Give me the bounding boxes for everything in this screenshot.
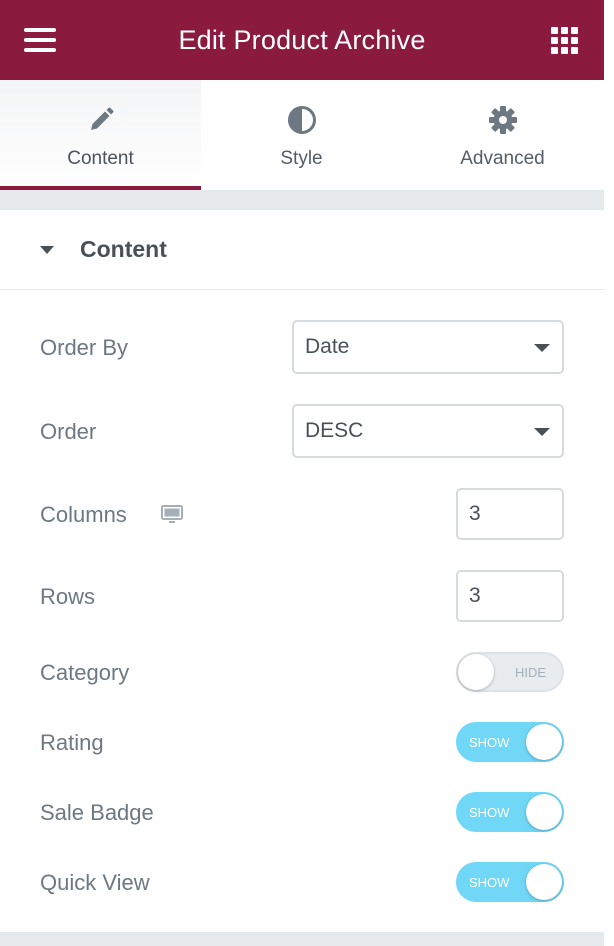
quick-view-toggle[interactable]: SHOW <box>456 862 564 902</box>
toggle-knob <box>526 794 562 830</box>
gear-icon <box>488 106 517 134</box>
category-toggle[interactable]: HIDE <box>456 652 564 692</box>
toggle-text: SHOW <box>469 735 510 750</box>
tab-label: Advanced <box>460 148 545 169</box>
toggle-text: SHOW <box>469 875 510 890</box>
pencil-icon <box>90 107 113 130</box>
tab-style[interactable]: Style <box>201 80 402 190</box>
section-title: Content <box>80 236 167 262</box>
grid-icon[interactable] <box>551 27 578 54</box>
tab-advanced[interactable]: Advanced <box>402 80 603 190</box>
order-select[interactable]: DESC <box>292 404 564 458</box>
toggle-knob <box>526 864 562 900</box>
panel-tabs: Content Style Advanced <box>0 80 604 190</box>
chevron-down-icon <box>534 428 550 436</box>
toggle-knob <box>458 654 494 690</box>
content-section: Content Order By Date Order DESC Columns… <box>0 210 604 932</box>
hamburger-icon[interactable] <box>24 28 58 54</box>
editor-panel: Edit Product Archive Content Style Advan… <box>0 0 604 946</box>
sale-badge-toggle[interactable]: SHOW <box>456 792 564 832</box>
tab-label: Style <box>280 148 323 169</box>
desktop-icon[interactable] <box>160 504 184 526</box>
panel-header: Edit Product Archive <box>0 0 604 80</box>
tab-content[interactable]: Content <box>0 80 201 190</box>
quick-view-label: Quick View <box>40 870 150 895</box>
toggle-knob <box>526 724 562 760</box>
panel-title: Edit Product Archive <box>178 24 426 55</box>
columns-label: Columns <box>40 502 127 527</box>
caret-down-icon <box>40 246 54 254</box>
toggle-text: HIDE <box>514 665 546 680</box>
half-circle-icon <box>287 106 316 134</box>
toggle-text: SHOW <box>469 805 510 820</box>
order-by-select[interactable]: Date <box>292 320 564 374</box>
section-header[interactable]: Content <box>0 210 604 290</box>
rating-label: Rating <box>40 730 104 755</box>
rows-label: Rows <box>40 584 96 609</box>
sale-badge-label: Sale Badge <box>40 800 154 825</box>
columns-input[interactable] <box>456 488 564 540</box>
rating-toggle[interactable]: SHOW <box>456 722 564 762</box>
tab-label: Content <box>67 148 134 169</box>
rows-input[interactable] <box>456 570 564 622</box>
category-label: Category <box>40 660 130 685</box>
order-by-value: Date <box>305 335 350 358</box>
order-by-label: Order By <box>40 335 129 360</box>
order-label: Order <box>40 419 97 444</box>
order-value: DESC <box>305 419 364 442</box>
chevron-down-icon <box>534 344 550 352</box>
preview-edge <box>604 0 614 946</box>
